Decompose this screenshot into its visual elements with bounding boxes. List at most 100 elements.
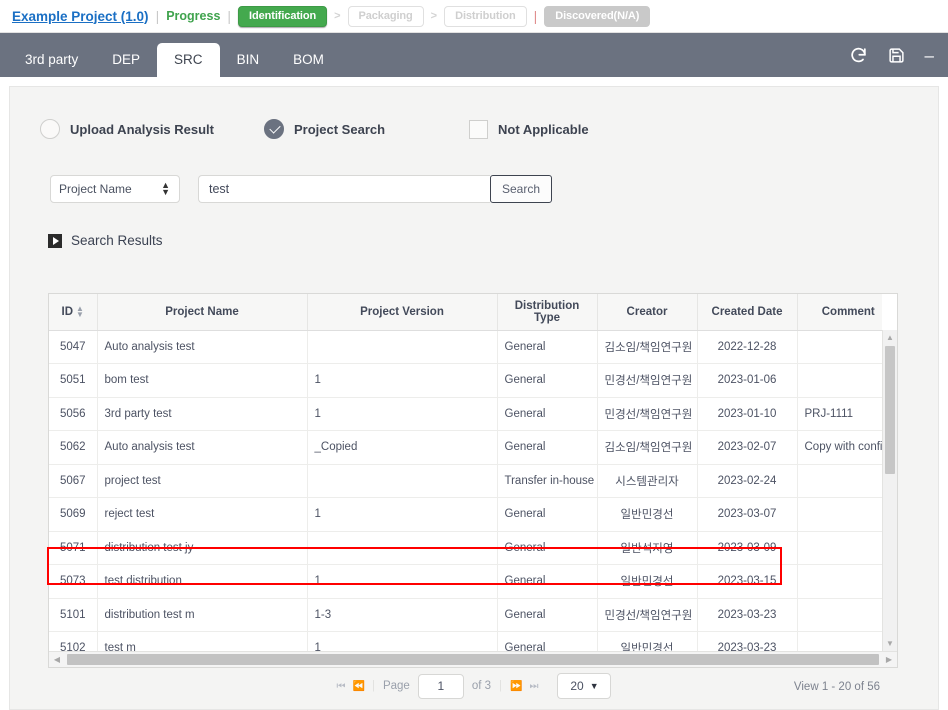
table-vertical-scrollbar[interactable]: ▲ ▼ <box>882 330 897 651</box>
breadcrumb-separator-2: | <box>227 8 232 24</box>
cell-project-version: 1 <box>307 363 498 398</box>
table-body: 5047 Auto analysis test General 김소임/책임연구원 20… <box>49 330 882 651</box>
page-label: Page <box>382 680 410 692</box>
cell-comment: PRJ-1111 <box>797 397 882 431</box>
cell-created-date: 2023-03-23 <box>697 598 798 632</box>
column-header-creator[interactable]: Creator <box>597 294 698 331</box>
cell-comment <box>797 564 882 599</box>
breadcrumb: Example Project (1.0) | Progress | Ident… <box>0 0 948 33</box>
table-horizontal-scrollbar[interactable]: ◀ ▶ <box>49 651 897 667</box>
source-mode-options: Upload Analysis Result Project Search No… <box>10 87 938 139</box>
cell-project-name: reject test <box>97 497 308 532</box>
cell-id: 5067 <box>49 464 98 498</box>
page-total-label: of 3 <box>471 680 492 692</box>
checkbox-not-applicable[interactable] <box>469 119 489 139</box>
column-header-project-name[interactable]: Project Name <box>97 294 308 331</box>
cell-project-version <box>307 464 498 498</box>
cell-distribution-type: General <box>497 631 598 651</box>
table-row[interactable]: 5101 distribution test m 1-3 General 민경선/책임연… <box>49 598 882 632</box>
cell-project-name: distribution test m <box>97 598 308 632</box>
cell-id: 5073 <box>49 564 98 599</box>
reset-icon[interactable] <box>849 46 868 65</box>
radio-upload-analysis-result[interactable] <box>40 119 60 139</box>
expand-triangle-icon[interactable] <box>48 233 62 248</box>
cell-project-version: 1-3 <box>307 598 498 632</box>
first-page-icon[interactable]: ⏮ <box>337 681 346 692</box>
table-row[interactable]: 5056 3rd party test 1 General 민경선/책임연구원 2023-… <box>49 397 882 431</box>
vertical-scroll-thumb[interactable] <box>885 346 895 474</box>
cell-id: 5071 <box>49 531 98 565</box>
tab-3rd-party[interactable]: 3rd party <box>8 43 95 78</box>
table-row[interactable]: 5069 reject test 1 General 일반민경선 2023-03-07 <box>49 497 882 532</box>
table-row[interactable]: 5071 distribution test jy General 일반석지영 2023… <box>49 531 882 565</box>
stage-packaging[interactable]: Packaging <box>347 5 424 27</box>
cell-creator: 민경선/책임연구원 <box>597 363 698 398</box>
table-row[interactable]: 5047 Auto analysis test General 김소임/책임연구원 20… <box>49 330 882 364</box>
scroll-down-arrow-icon[interactable]: ▼ <box>883 636 897 651</box>
table-row[interactable]: 5102 test m 1 General 일반민경선 2023-03-23 <box>49 631 882 651</box>
cell-project-version <box>307 330 498 364</box>
sort-icon[interactable]: ▲ ▼ <box>76 304 84 318</box>
tab-src[interactable]: SRC <box>157 42 220 77</box>
cell-creator: 시스템관리자 <box>597 464 698 498</box>
column-header-comment[interactable]: Comment <box>797 294 882 331</box>
cell-distribution-type: Transfer in-house <box>497 464 598 498</box>
tab-bom[interactable]: BOM <box>276 43 341 78</box>
table-row[interactable]: 5067 project test Transfer in-house 시스템관리자 2… <box>49 464 882 498</box>
column-header-distribution-type[interactable]: Distribution Type <box>497 294 598 331</box>
cell-project-name: test m <box>97 631 308 651</box>
table-row[interactable]: 5062 Auto analysis test _Copied General 김소임/… <box>49 430 882 465</box>
application-window: Example Project (1.0) | Progress | Ident… <box>0 0 948 710</box>
cell-project-version: 1 <box>307 497 498 532</box>
search-input[interactable]: test <box>198 175 490 203</box>
pagination-divider-1: | <box>371 680 375 692</box>
search-row: Project Name ▲ ▼ test Search <box>10 139 938 203</box>
cell-id: 5069 <box>49 497 98 532</box>
cell-project-version: 1 <box>307 631 498 651</box>
tab-bin[interactable]: BIN <box>220 43 277 78</box>
horizontal-scroll-thumb[interactable] <box>67 654 879 665</box>
tab-dep[interactable]: DEP <box>95 43 157 78</box>
page-size-select[interactable]: 20 ▼ <box>557 673 612 699</box>
project-link[interactable]: Example Project (1.0) <box>12 9 149 24</box>
table-row[interactable]: 5051 bom test 1 General 민경선/책임연구원 2023-01-06 <box>49 363 882 398</box>
option-upload-analysis-result[interactable]: Upload Analysis Result <box>40 119 214 139</box>
page-number-input[interactable]: 1 <box>417 673 464 699</box>
scroll-right-arrow-icon[interactable]: ▶ <box>881 655 897 664</box>
scroll-left-arrow-icon[interactable]: ◀ <box>49 655 65 664</box>
save-icon[interactable] <box>888 47 905 64</box>
results-table-scroll: ID ▲ ▼ Project Name Project Version Distri… <box>49 294 882 651</box>
window-controls: – <box>849 33 934 77</box>
cell-creator: 일반민경선 <box>597 631 698 651</box>
cell-project-name: project test <box>97 464 308 498</box>
breadcrumb-separator-1: | <box>155 8 160 24</box>
page-size-value: 20 <box>570 679 584 693</box>
label-not-applicable: Not Applicable <box>498 121 589 137</box>
cell-created-date: 2023-03-23 <box>697 631 798 651</box>
scroll-up-arrow-icon[interactable]: ▲ <box>883 330 897 345</box>
option-project-search[interactable]: Project Search <box>264 119 385 139</box>
radio-project-search[interactable] <box>264 119 284 139</box>
results-table: ID ▲ ▼ Project Name Project Version Distri… <box>49 294 882 651</box>
cell-project-name: test distribution <box>97 564 308 599</box>
column-header-project-version[interactable]: Project Version <box>307 294 498 331</box>
cell-comment <box>797 631 882 651</box>
label-upload-analysis-result: Upload Analysis Result <box>70 121 214 137</box>
minimize-icon[interactable]: – <box>925 47 934 64</box>
search-field-select[interactable]: Project Name ▲ ▼ <box>50 175 180 203</box>
next-page-icon[interactable]: ⏩ <box>510 681 522 692</box>
cell-project-version: _Copied <box>307 430 498 465</box>
search-results-label: Search Results <box>71 233 163 248</box>
option-not-applicable[interactable]: Not Applicable <box>469 119 589 139</box>
cell-distribution-type: General <box>497 330 598 364</box>
column-header-id[interactable]: ID ▲ ▼ <box>49 294 98 331</box>
last-page-icon[interactable]: ⏭ <box>529 681 538 692</box>
search-button[interactable]: Search <box>490 175 552 203</box>
discovered-badge[interactable]: Discovered(N/A) <box>544 5 651 27</box>
prev-page-icon[interactable]: ⏪ <box>353 681 365 692</box>
stage-distribution[interactable]: Distribution <box>444 5 527 27</box>
column-header-created-date[interactable]: Created Date <box>697 294 798 331</box>
cell-id: 5051 <box>49 363 98 398</box>
stage-identification[interactable]: Identification <box>238 5 328 27</box>
table-row[interactable]: 5073 test distribution 1 General 일반민경선 2023-0… <box>49 564 882 599</box>
